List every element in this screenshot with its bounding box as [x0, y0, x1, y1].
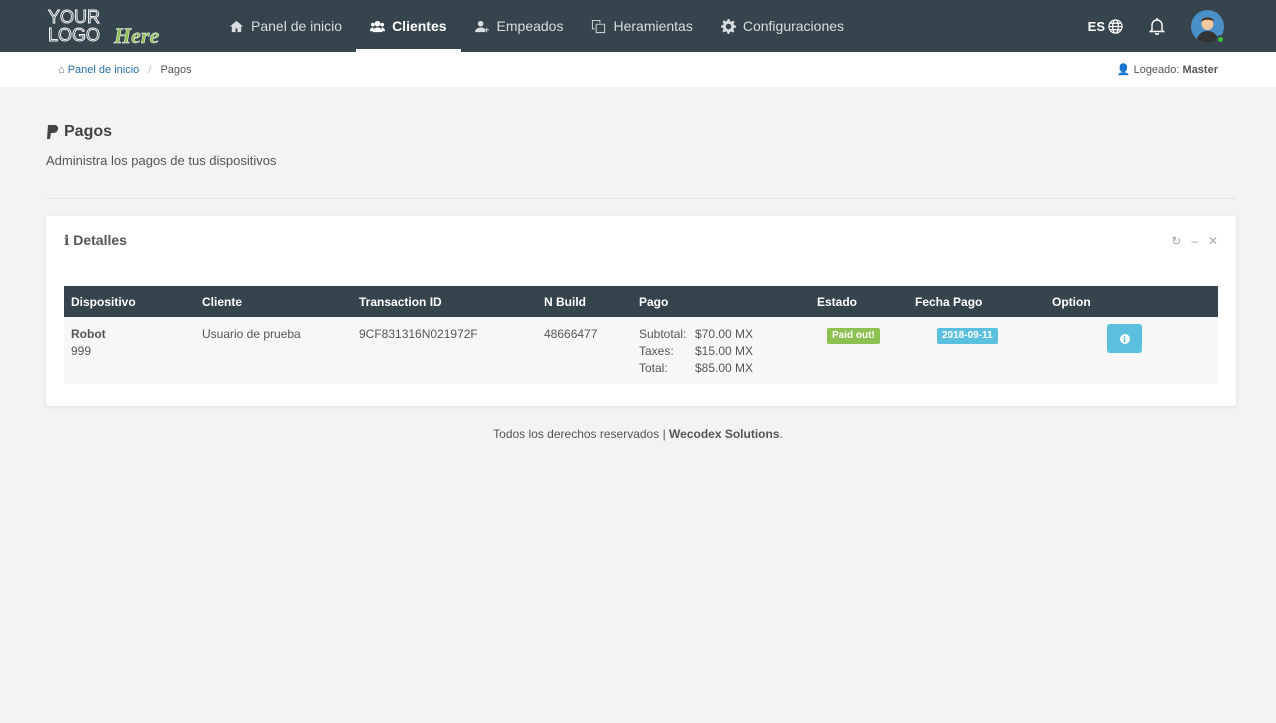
info-icon: i — [64, 233, 70, 249]
details-panel: i Detalles ↻ – ✕ Dispositivo Cliente Tra… — [46, 216, 1236, 406]
breadcrumb-bar: ⌂ Panel de inicio / Pagos 👤 Logeado: Mas… — [0, 52, 1276, 87]
globe-icon — [1108, 18, 1123, 34]
nav-label: Panel de inicio — [251, 18, 343, 34]
nav-label: Heramientas — [613, 18, 693, 34]
footer-end: . — [779, 427, 783, 441]
col-header: N Build — [537, 286, 632, 317]
col-header: Fecha Pago — [908, 286, 1045, 317]
col-header: Dispositivo — [64, 286, 195, 317]
nav-empeados[interactable]: Empeados — [461, 0, 578, 52]
breadcrumb: ⌂ Panel de inicio / Pagos — [58, 64, 192, 76]
users-icon — [370, 20, 386, 32]
footer-company: Wecodex Solutions — [669, 427, 780, 441]
nav-label: Configuraciones — [742, 18, 845, 34]
col-header: Estado — [810, 286, 908, 317]
paypal-icon — [47, 124, 59, 139]
panel-title: i Detalles — [64, 232, 127, 249]
main-nav: Panel de inicio Clientes Empeados Herami… — [215, 0, 858, 52]
divider — [46, 198, 1236, 199]
logged-username: Master — [1182, 64, 1218, 76]
total-value: $85.00 MX — [695, 361, 754, 375]
col-header: Pago — [632, 286, 810, 317]
build-number: 48666477 — [537, 317, 632, 384]
home-icon — [229, 20, 244, 32]
user-icon: 👤 — [1116, 64, 1131, 76]
language-code: ES — [1087, 18, 1105, 34]
taxes-label: Taxes: — [639, 344, 674, 358]
svg-text:YOUR: YOUR — [48, 7, 100, 27]
nav-configuraciones[interactable]: Configuraciones — [707, 0, 858, 52]
total-label: Total: — [639, 361, 668, 375]
breadcrumb-separator: / — [148, 63, 152, 76]
home-icon: ⌂ — [58, 63, 65, 76]
close-icon[interactable]: ✕ — [1208, 234, 1218, 248]
page-title: Pagos — [46, 123, 1230, 141]
logged-user: 👤 Logeado: Master — [1117, 63, 1218, 76]
user-plus-icon — [474, 20, 489, 32]
top-navbar: YOUR LOGO Here Panel de inicio Clientes … — [0, 0, 1276, 52]
footer: Todos los derechos reservados | Wecodex … — [0, 427, 1276, 441]
minimize-icon[interactable]: – — [1191, 234, 1198, 248]
svg-text:LOGO: LOGO — [48, 25, 100, 45]
client-name: Usuario de prueba — [195, 317, 352, 384]
refresh-icon[interactable]: ↻ — [1171, 234, 1181, 248]
col-header: Option — [1045, 286, 1218, 317]
date-badge: 2018-09-11 — [937, 328, 998, 344]
status-badge: Paid out! — [827, 328, 880, 344]
device-name: Robot — [71, 327, 106, 341]
online-status-dot — [1216, 34, 1225, 44]
logo[interactable]: YOUR LOGO Here — [46, 5, 174, 49]
nav-clientes[interactable]: Clientes — [356, 0, 462, 52]
table-row: Robot 999 Usuario de prueba 9CF831316N021… — [64, 317, 1218, 384]
nav-panel-de-inicio[interactable]: Panel de inicio — [215, 0, 356, 52]
subtotal-label: Subtotal: — [639, 327, 687, 341]
payment-breakdown: Subtotal: $70.00 MX Taxes: $15.00 MX Total… — [639, 326, 803, 377]
nav-label: Clientes — [392, 18, 447, 34]
svg-text:Here: Here — [113, 23, 159, 48]
panel-title-text: Detalles — [73, 232, 127, 248]
gear-icon — [720, 18, 736, 34]
page-subtitle: Administra los pagos de tus dispositivos — [46, 153, 277, 168]
col-header: Transaction ID — [352, 286, 537, 317]
page-title-text: Pagos — [64, 123, 113, 140]
copy-icon — [592, 19, 606, 33]
info-circle-icon: i — [1119, 333, 1130, 344]
col-header: Cliente — [195, 286, 352, 317]
device-id: 999 — [71, 344, 92, 358]
nav-heramientas[interactable]: Heramientas — [577, 0, 706, 52]
subtotal-value: $70.00 MX — [695, 327, 754, 341]
breadcrumb-current: Pagos — [160, 63, 192, 76]
breadcrumb-home-link[interactable]: Panel de inicio — [68, 64, 140, 76]
logged-label: Logeado: — [1133, 64, 1180, 76]
info-button[interactable]: i — [1107, 324, 1142, 353]
nav-label: Empeados — [496, 18, 564, 34]
payments-table: Dispositivo Cliente Transaction ID N Bui… — [64, 286, 1218, 384]
user-avatar[interactable] — [1191, 9, 1225, 44]
taxes-value: $15.00 MX — [695, 344, 754, 358]
transaction-id: 9CF831316N021972F — [352, 317, 537, 384]
language-selector[interactable]: ES — [1088, 19, 1123, 34]
bell-icon[interactable] — [1149, 17, 1165, 35]
footer-text: Todos los derechos reservados | — [493, 427, 666, 441]
